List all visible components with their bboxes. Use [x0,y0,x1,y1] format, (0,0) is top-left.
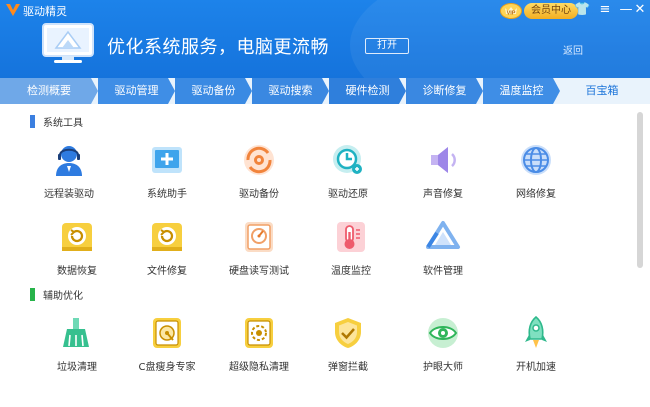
tab-overview[interactable]: 检测概要 [0,78,98,104]
eye-care-icon [428,318,458,348]
tool-c-drive-slim[interactable]: C盘瘦身专家 [122,315,212,373]
tab-label: 驱动备份 [191,84,236,97]
tool-label: 远程装驱动 [44,189,94,200]
tool-label: 超级隐私清理 [229,362,289,373]
driver-backup-icon [244,145,274,175]
vip-crown-icon[interactable]: VIP [500,3,522,19]
tool-file-repair[interactable]: 文件修复 [122,219,212,277]
computer-toolbox-icon [42,23,94,63]
vip-area: VIP 会员中心 [500,2,578,20]
member-center-button[interactable]: 会员中心 [524,3,578,19]
section-bar [30,287,35,301]
sound-repair-icon [431,147,456,173]
tab-label: 检测概要 [27,84,71,97]
section-title: 辅助优化 [43,290,83,302]
network-repair-icon [521,145,551,175]
tab-toolbox[interactable]: 百宝箱 [567,78,637,104]
c-drive-slim-icon [153,318,181,348]
tool-eye-care[interactable]: 护眼大师 [398,315,488,373]
tab-diagnose-repair[interactable]: 诊断修复 [406,78,483,104]
toolbox-content: 系统工具 远程装驱动 系统助手 驱动备份 驱动还原 声音修复 网络修复 数据恢复… [0,104,650,407]
close-icon[interactable]: ✕ [632,1,648,19]
driver-restore-icon [333,145,362,174]
header-banner: 驱动精灵 优化系统服务，电脑更流畅 打开 返回 VIP 会员中心 👕 ≡ — ✕ [0,0,650,78]
tool-label: C盘瘦身专家 [138,362,196,373]
tool-data-recovery[interactable]: 数据恢复 [32,219,122,277]
open-button[interactable]: 打开 [365,38,409,54]
tool-label: 驱动还原 [328,189,368,200]
menu-icon[interactable]: ≡ [597,1,613,19]
return-link[interactable]: 返回 [563,42,583,57]
tool-label: 护眼大师 [423,362,463,373]
vertical-scrollbar[interactable] [637,112,643,268]
tool-popup-block[interactable]: 弹窗拦截 [303,315,393,373]
temperature-icon [337,222,365,252]
tool-label: 声音修复 [423,189,463,200]
tool-label: 软件管理 [423,266,463,277]
tool-system-assistant[interactable]: 系统助手 [122,142,212,200]
banner-slogan: 优化系统服务，电脑更流畅 [107,37,329,58]
section-bar [30,114,35,128]
app-title: 驱动精灵 [23,5,67,18]
minimize-icon[interactable]: — [618,1,634,19]
tab-label: 百宝箱 [585,84,619,97]
tab-label: 温度监控 [499,84,544,97]
tab-temperature[interactable]: 温度监控 [483,78,560,104]
tool-network-repair[interactable]: 网络修复 [491,142,581,200]
skin-icon[interactable]: 👕 [574,1,590,19]
tool-label: 弹窗拦截 [328,362,368,373]
tab-hardware-check[interactable]: 硬件检测 [329,78,406,104]
tool-label: 硬盘读写测试 [229,266,289,277]
tool-label: 文件修复 [147,266,187,277]
app-logo-icon [6,4,20,16]
section-title: 系统工具 [43,117,83,129]
software-manager-icon [426,221,460,249]
tool-sound-repair[interactable]: 声音修复 [398,142,488,200]
junk-clean-icon [63,318,89,347]
disk-test-icon [245,222,273,252]
section-system-tools: 系统工具 [30,114,83,129]
tool-junk-clean[interactable]: 垃圾清理 [32,315,122,373]
tool-disk-test[interactable]: 硬盘读写测试 [214,219,304,277]
privacy-clean-icon [245,318,273,348]
tool-privacy-clean[interactable]: 超级隐私清理 [214,315,304,373]
tool-temperature[interactable]: 温度监控 [306,219,396,277]
remote-driver-icon [56,146,82,176]
tool-remote-driver[interactable]: 远程装驱动 [24,142,114,200]
tool-label: 垃圾清理 [57,362,97,373]
tab-label: 驱动管理 [114,84,159,97]
tool-label: 网络修复 [516,189,556,200]
tab-driver-backup[interactable]: 驱动备份 [175,78,252,104]
tool-label: 系统助手 [147,189,187,200]
file-repair-icon [152,223,182,251]
system-assistant-icon [152,147,182,173]
boot-speedup-icon [525,315,547,348]
popup-block-icon [335,318,361,348]
vip-badge-text: VIP [507,10,516,16]
section-assist-optimize: 辅助优化 [30,287,83,302]
tool-label: 数据恢复 [57,266,97,277]
tool-label: 开机加速 [516,362,556,373]
tab-label: 驱动搜索 [268,84,313,97]
tool-software-manager[interactable]: 软件管理 [398,219,488,277]
tool-driver-restore[interactable]: 驱动还原 [303,142,393,200]
tab-driver-search[interactable]: 驱动搜索 [252,78,329,104]
tab-label: 硬件检测 [345,84,390,97]
nav-tabbar: 检测概要 驱动管理 驱动备份 驱动搜索 硬件检测 诊断修复 温度监控 百宝箱 [0,78,650,104]
tool-label: 温度监控 [331,266,371,277]
data-recovery-icon [62,223,92,251]
tool-driver-backup[interactable]: 驱动备份 [214,142,304,200]
tab-label: 诊断修复 [422,84,467,97]
tab-driver-manage[interactable]: 驱动管理 [98,78,175,104]
tool-boot-speedup[interactable]: 开机加速 [491,315,581,373]
tool-label: 驱动备份 [239,189,279,200]
